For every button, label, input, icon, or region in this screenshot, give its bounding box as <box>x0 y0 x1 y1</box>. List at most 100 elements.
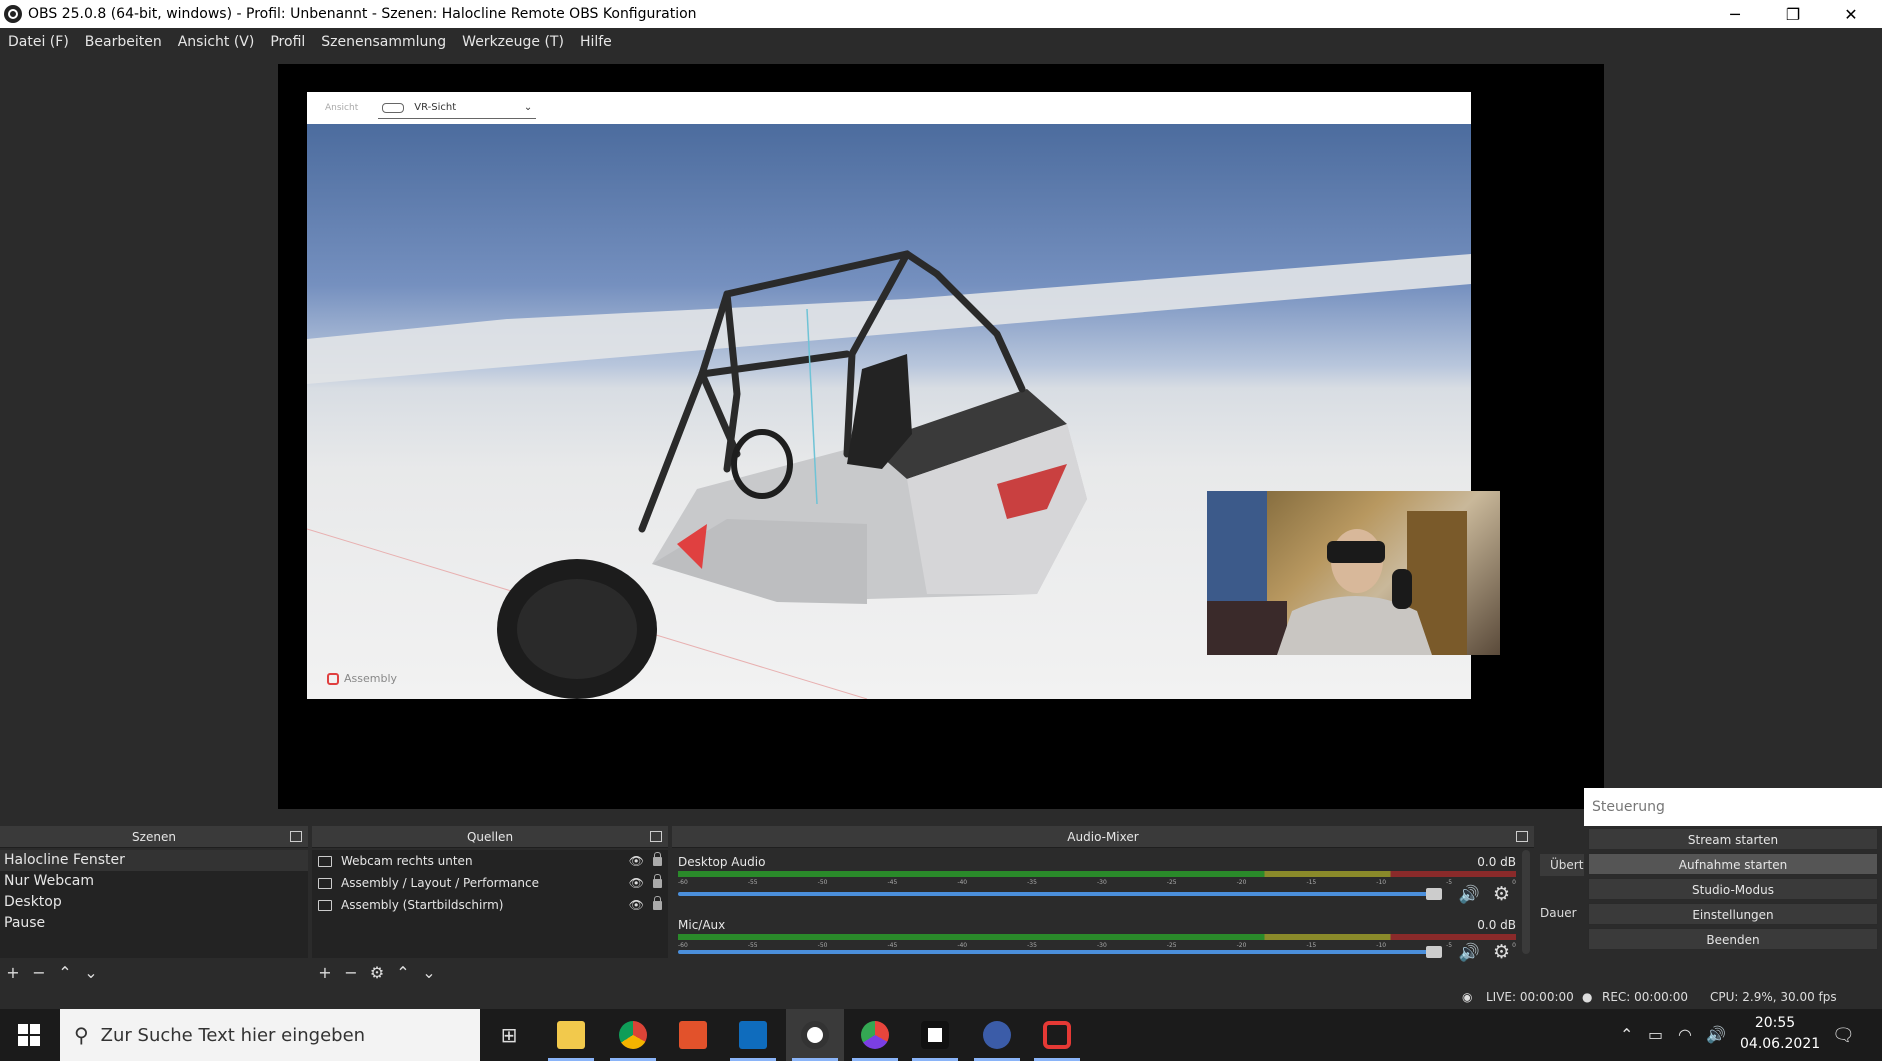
mixer-header: Audio-Mixer <box>672 826 1534 848</box>
controls-dock: Steuerung Stream starten Aufnahme starte… <box>1584 788 1882 985</box>
scene-item[interactable]: Halocline Fenster <box>0 850 308 871</box>
app-icon-colorful[interactable] <box>846 1009 904 1061</box>
preview-canvas[interactable]: Ansicht VR-Sicht ⌄ Assembly <box>278 64 1604 809</box>
scenes-header: Szenen <box>0 826 308 848</box>
live-icon: ◉ <box>1462 990 1473 1004</box>
exit-button[interactable]: Beenden <box>1588 928 1878 950</box>
scene-item[interactable]: Pause <box>0 913 308 934</box>
battery-icon[interactable]: ▭ <box>1648 1025 1663 1044</box>
webcam-overlay <box>1207 491 1500 655</box>
eye-icon[interactable]: 👁 <box>629 854 644 868</box>
gear-icon[interactable]: ⚙ <box>1493 883 1510 905</box>
gear-icon[interactable]: ⚙ <box>364 963 390 982</box>
taskbar-clock[interactable]: 20:55 04.06.2021 <box>1740 1013 1820 1055</box>
camera-icon <box>318 855 332 867</box>
move-down-icon[interactable]: ⌄ <box>416 963 442 982</box>
vr-goggles-icon <box>382 102 405 113</box>
chevron-up-icon[interactable]: ⌃ <box>1620 1025 1633 1044</box>
undock-icon[interactable] <box>1516 831 1528 842</box>
undock-icon[interactable] <box>650 831 662 842</box>
fader-handle[interactable] <box>1426 946 1442 958</box>
menu-bearbeiten[interactable]: Bearbeiten <box>77 34 170 50</box>
scene-item[interactable]: Desktop <box>0 892 308 913</box>
scene-item[interactable]: Nur Webcam <box>0 871 308 892</box>
volume-icon[interactable]: 🔊 <box>1706 1025 1726 1044</box>
close-button[interactable]: ✕ <box>1822 0 1880 28</box>
obs-logo-icon <box>4 5 22 23</box>
studio-mode-button[interactable]: Studio-Modus <box>1588 878 1878 900</box>
halocline-icon[interactable] <box>1028 1009 1086 1061</box>
eye-icon[interactable]: 👁 <box>629 876 644 890</box>
speaker-icon[interactable]: 🔊 <box>1459 943 1480 963</box>
stream-start-button[interactable]: Stream starten <box>1588 828 1878 850</box>
undock-icon[interactable] <box>290 831 302 842</box>
speaker-icon[interactable]: 🔊 <box>1459 885 1480 905</box>
move-up-icon[interactable]: ⌃ <box>390 963 416 982</box>
obs-taskbar-icon[interactable] <box>786 1009 844 1061</box>
menu-datei[interactable]: Datei (F) <box>0 34 77 50</box>
track-db: 0.0 dB <box>1477 918 1516 932</box>
sources-list: Webcam rechts unten 👁 Assembly / Layout … <box>312 850 668 958</box>
lock-icon[interactable] <box>653 851 662 866</box>
add-scene-icon[interactable]: + <box>0 963 26 982</box>
mixer-scrollbar[interactable] <box>1522 850 1530 954</box>
track-db: 0.0 dB <box>1477 855 1516 869</box>
meter-ticks: -60 -55 -50 -45 -40 -35 -30 -25 -20 -15 -10 -5 0 <box>678 942 1516 949</box>
menu-szenensammlung[interactable]: Szenensammlung <box>313 34 454 50</box>
meter-ticks: -60 -55 -50 -45 -40 -35 -30 -25 -20 -15 -10 -5 0 <box>678 879 1516 886</box>
steamvr-icon[interactable] <box>968 1009 1026 1061</box>
add-source-icon[interactable]: + <box>312 963 338 982</box>
lock-icon[interactable] <box>653 895 662 910</box>
source-item[interactable]: Assembly / Layout / Performance 👁 <box>312 872 668 894</box>
move-down-icon[interactable]: ⌄ <box>78 963 104 982</box>
settings-button[interactable]: Einstellungen <box>1588 903 1878 925</box>
volume-fader[interactable] <box>678 892 1434 896</box>
windows-start-icon[interactable] <box>18 1024 40 1046</box>
transitions-dock: Übert Dauer <box>1538 826 1584 986</box>
notification-icon[interactable]: 🗨 <box>1832 1025 1855 1046</box>
chrome-icon[interactable] <box>604 1009 662 1061</box>
menu-profil[interactable]: Profil <box>262 34 313 50</box>
sources-header: Quellen <box>312 826 668 848</box>
outlook-icon[interactable] <box>724 1009 782 1061</box>
wifi-icon[interactable]: ◠ <box>1678 1025 1692 1044</box>
volume-fader[interactable] <box>678 950 1434 954</box>
assembly-logo-icon <box>327 672 339 685</box>
record-start-button[interactable]: Aufnahme starten <box>1588 853 1878 875</box>
fader-handle[interactable] <box>1426 888 1442 900</box>
lock-icon[interactable] <box>653 873 662 888</box>
cpu-status: CPU: 2.9%, 30.00 fps <box>1710 990 1837 1004</box>
preview-area: Ansicht VR-Sicht ⌄ Assembly <box>0 55 1882 820</box>
chevron-down-icon: ⌄ <box>523 102 533 113</box>
remove-source-icon[interactable]: − <box>338 963 364 982</box>
status-bar: ◉ LIVE: 00:00:00 ● REC: 00:00:00 CPU: 2.… <box>0 985 1882 1009</box>
assembly-logo-text: Assembly <box>344 672 398 685</box>
minimize-button[interactable]: ─ <box>1706 0 1764 28</box>
task-view-icon[interactable]: ⊞ <box>480 1009 538 1061</box>
taskbar-search[interactable]: ⚲ Zur Suche Text hier eingeben <box>60 1009 480 1061</box>
restore-button[interactable]: ❐ <box>1764 0 1822 28</box>
window-title: OBS 25.0.8 (64-bit, windows) - Profil: U… <box>28 6 697 22</box>
eye-icon[interactable]: 👁 <box>629 898 644 912</box>
oculus-icon[interactable] <box>906 1009 964 1061</box>
menu-ansicht[interactable]: Ansicht (V) <box>170 34 263 50</box>
source-item[interactable]: Webcam rechts unten 👁 <box>312 850 668 872</box>
mixer-title: Audio-Mixer <box>1067 830 1139 844</box>
title-bar: OBS 25.0.8 (64-bit, windows) - Profil: U… <box>0 0 1882 28</box>
office-icon[interactable] <box>664 1009 722 1061</box>
menu-bar: Datei (F) Bearbeiten Ansicht (V) Profil … <box>0 28 1882 55</box>
menu-hilfe[interactable]: Hilfe <box>572 34 620 50</box>
transition-select[interactable]: Übert <box>1540 854 1584 876</box>
remove-scene-icon[interactable]: − <box>26 963 52 982</box>
file-explorer-icon[interactable] <box>542 1009 600 1061</box>
gear-icon[interactable]: ⚙ <box>1493 941 1510 963</box>
duration-label: Dauer <box>1540 906 1577 920</box>
move-up-icon[interactable]: ⌃ <box>52 963 78 982</box>
vr-view-select: VR-Sicht ⌄ <box>378 97 537 119</box>
menu-werkzeuge[interactable]: Werkzeuge (T) <box>454 34 572 50</box>
sources-dock: Quellen Webcam rechts unten 👁 Assembly /… <box>312 820 668 985</box>
source-label: Assembly / Layout / Performance <box>341 876 540 890</box>
vr-view-select-value: VR-Sicht <box>414 102 457 113</box>
source-item[interactable]: Assembly (Startbildschirm) 👁 <box>312 894 668 916</box>
volume-meter <box>678 871 1516 877</box>
